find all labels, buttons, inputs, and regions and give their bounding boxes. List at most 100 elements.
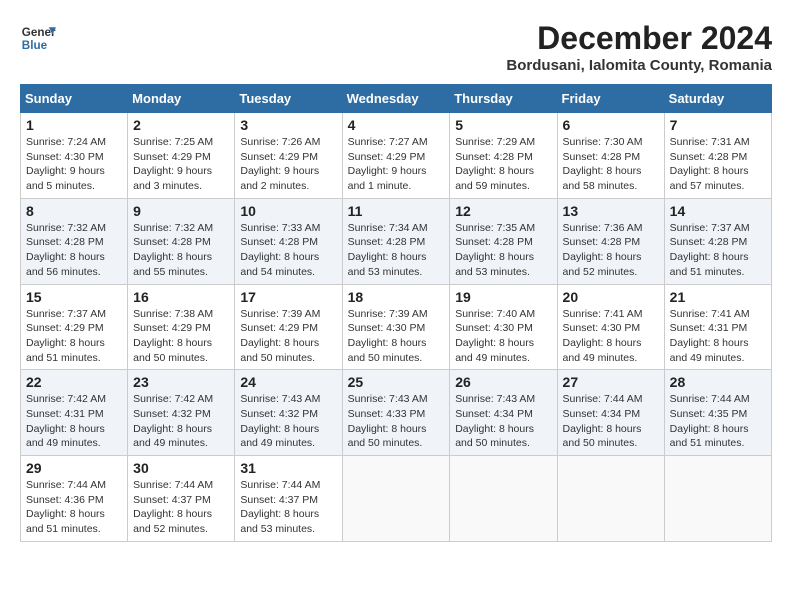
day-info: Sunrise: 7:29 AMSunset: 4:28 PMDaylight:… xyxy=(455,135,551,194)
calendar-cell: 23Sunrise: 7:42 AMSunset: 4:32 PMDayligh… xyxy=(128,370,235,456)
day-number: 25 xyxy=(348,374,445,390)
calendar-cell: 4 Sunrise: 7:27 AMSunset: 4:29 PMDaylight… xyxy=(342,113,450,199)
day-number: 26 xyxy=(455,374,551,390)
day-info: Sunrise: 7:44 AMSunset: 4:37 PMDaylight:… xyxy=(133,478,229,537)
day-number: 15 xyxy=(26,289,122,305)
day-number: 8 xyxy=(26,203,122,219)
day-info: Sunrise: 7:26 AMSunset: 4:29 PMDaylight:… xyxy=(240,135,336,194)
day-number: 18 xyxy=(348,289,445,305)
calendar-cell: 15 Sunrise: 7:37 AMSunset: 4:29 PMDayligh… xyxy=(21,284,128,370)
calendar-cell: 3 Sunrise: 7:26 AMSunset: 4:29 PMDaylight… xyxy=(235,113,342,199)
day-info: Sunrise: 7:31 AMSunset: 4:28 PMDaylight:… xyxy=(670,135,766,194)
day-number: 6 xyxy=(563,117,659,133)
day-info: Sunrise: 7:41 AMSunset: 4:31 PMDaylight:… xyxy=(670,307,766,366)
day-number: 2 xyxy=(133,117,229,133)
calendar-cell: 14 Sunrise: 7:37 AMSunset: 4:28 PMDayligh… xyxy=(664,198,771,284)
day-info: Sunrise: 7:37 AMSunset: 4:28 PMDaylight:… xyxy=(670,221,766,280)
calendar-cell: 29 Sunrise: 7:44 AMSunset: 4:36 PMDayligh… xyxy=(21,456,128,542)
calendar-cell xyxy=(450,456,557,542)
calendar-cell: 10Sunrise: 7:33 AMSunset: 4:28 PMDayligh… xyxy=(235,198,342,284)
column-header-tuesday: Tuesday xyxy=(235,85,342,113)
calendar-cell: 25 Sunrise: 7:43 AMSunset: 4:33 PMDayligh… xyxy=(342,370,450,456)
day-info: Sunrise: 7:37 AMSunset: 4:29 PMDaylight:… xyxy=(26,307,122,366)
day-number: 21 xyxy=(670,289,766,305)
day-info: Sunrise: 7:33 AMSunset: 4:28 PMDaylight:… xyxy=(240,221,336,280)
day-info: Sunrise: 7:44 AMSunset: 4:35 PMDaylight:… xyxy=(670,392,766,451)
calendar-cell: 21 Sunrise: 7:41 AMSunset: 4:31 PMDayligh… xyxy=(664,284,771,370)
column-header-saturday: Saturday xyxy=(664,85,771,113)
day-number: 4 xyxy=(348,117,445,133)
day-info: Sunrise: 7:44 AMSunset: 4:34 PMDaylight:… xyxy=(563,392,659,451)
calendar-cell: 19 Sunrise: 7:40 AMSunset: 4:30 PMDayligh… xyxy=(450,284,557,370)
column-header-wednesday: Wednesday xyxy=(342,85,450,113)
day-info: Sunrise: 7:42 AMSunset: 4:31 PMDaylight:… xyxy=(26,392,122,451)
day-number: 22 xyxy=(26,374,122,390)
calendar-week-row: 1Sunrise: 7:24 AMSunset: 4:30 PMDaylight… xyxy=(21,113,772,199)
calendar-cell: 2 Sunrise: 7:25 AMSunset: 4:29 PMDaylight… xyxy=(128,113,235,199)
calendar-cell: 5 Sunrise: 7:29 AMSunset: 4:28 PMDaylight… xyxy=(450,113,557,199)
logo-icon: General Blue xyxy=(20,20,56,56)
column-header-friday: Friday xyxy=(557,85,664,113)
day-number: 24 xyxy=(240,374,336,390)
day-number: 3 xyxy=(240,117,336,133)
day-number: 17 xyxy=(240,289,336,305)
day-info: Sunrise: 7:44 AMSunset: 4:36 PMDaylight:… xyxy=(26,478,122,537)
day-info: Sunrise: 7:39 AMSunset: 4:29 PMDaylight:… xyxy=(240,307,336,366)
logo: General Blue xyxy=(20,20,56,56)
calendar-cell: 30 Sunrise: 7:44 AMSunset: 4:37 PMDayligh… xyxy=(128,456,235,542)
day-number: 11 xyxy=(348,203,445,219)
day-number: 30 xyxy=(133,460,229,476)
calendar-week-row: 8 Sunrise: 7:32 AMSunset: 4:28 PMDaylight… xyxy=(21,198,772,284)
calendar-cell: 16 Sunrise: 7:38 AMSunset: 4:29 PMDayligh… xyxy=(128,284,235,370)
day-info: Sunrise: 7:39 AMSunset: 4:30 PMDaylight:… xyxy=(348,307,445,366)
calendar-cell xyxy=(342,456,450,542)
subtitle: Bordusani, Ialomita County, Romania xyxy=(506,57,772,74)
day-number: 16 xyxy=(133,289,229,305)
svg-text:Blue: Blue xyxy=(22,39,48,52)
day-info: Sunrise: 7:43 AMSunset: 4:33 PMDaylight:… xyxy=(348,392,445,451)
calendar-cell: 28 Sunrise: 7:44 AMSunset: 4:35 PMDayligh… xyxy=(664,370,771,456)
calendar-cell: 22 Sunrise: 7:42 AMSunset: 4:31 PMDayligh… xyxy=(21,370,128,456)
calendar-cell: 12 Sunrise: 7:35 AMSunset: 4:28 PMDayligh… xyxy=(450,198,557,284)
calendar-cell: 11 Sunrise: 7:34 AMSunset: 4:28 PMDayligh… xyxy=(342,198,450,284)
day-number: 20 xyxy=(563,289,659,305)
day-info: Sunrise: 7:40 AMSunset: 4:30 PMDaylight:… xyxy=(455,307,551,366)
day-number: 12 xyxy=(455,203,551,219)
day-info: Sunrise: 7:35 AMSunset: 4:28 PMDaylight:… xyxy=(455,221,551,280)
calendar-cell: 8Sunrise: 7:32 AMSunset: 4:28 PMDaylight… xyxy=(21,198,128,284)
day-number: 1 xyxy=(26,117,122,133)
day-number: 7 xyxy=(670,117,766,133)
day-info: Sunrise: 7:41 AMSunset: 4:30 PMDaylight:… xyxy=(563,307,659,366)
calendar-table: SundayMondayTuesdayWednesdayThursdayFrid… xyxy=(20,84,772,542)
day-number: 28 xyxy=(670,374,766,390)
calendar-cell: 6 Sunrise: 7:30 AMSunset: 4:28 PMDaylight… xyxy=(557,113,664,199)
day-info: Sunrise: 7:30 AMSunset: 4:28 PMDaylight:… xyxy=(563,135,659,194)
calendar-week-row: 15 Sunrise: 7:37 AMSunset: 4:29 PMDayligh… xyxy=(21,284,772,370)
day-info: Sunrise: 7:25 AMSunset: 4:29 PMDaylight:… xyxy=(133,135,229,194)
calendar-week-row: 29 Sunrise: 7:44 AMSunset: 4:36 PMDayligh… xyxy=(21,456,772,542)
day-number: 14 xyxy=(670,203,766,219)
calendar-cell: 13Sunrise: 7:36 AMSunset: 4:28 PMDayligh… xyxy=(557,198,664,284)
day-number: 19 xyxy=(455,289,551,305)
calendar-cell: 26Sunrise: 7:43 AMSunset: 4:34 PMDayligh… xyxy=(450,370,557,456)
column-header-sunday: Sunday xyxy=(21,85,128,113)
title-area: December 2024 Bordusani, Ialomita County… xyxy=(506,20,772,74)
calendar-cell: 18 Sunrise: 7:39 AMSunset: 4:30 PMDayligh… xyxy=(342,284,450,370)
day-info: Sunrise: 7:44 AMSunset: 4:37 PMDaylight:… xyxy=(240,478,336,537)
calendar-cell: 24Sunrise: 7:43 AMSunset: 4:32 PMDayligh… xyxy=(235,370,342,456)
day-number: 27 xyxy=(563,374,659,390)
day-number: 29 xyxy=(26,460,122,476)
calendar-cell: 20 Sunrise: 7:41 AMSunset: 4:30 PMDayligh… xyxy=(557,284,664,370)
day-info: Sunrise: 7:32 AMSunset: 4:28 PMDaylight:… xyxy=(133,221,229,280)
calendar-cell: 1Sunrise: 7:24 AMSunset: 4:30 PMDaylight… xyxy=(21,113,128,199)
day-number: 31 xyxy=(240,460,336,476)
day-info: Sunrise: 7:42 AMSunset: 4:32 PMDaylight:… xyxy=(133,392,229,451)
column-header-monday: Monday xyxy=(128,85,235,113)
day-info: Sunrise: 7:27 AMSunset: 4:29 PMDaylight:… xyxy=(348,135,445,194)
day-info: Sunrise: 7:38 AMSunset: 4:29 PMDaylight:… xyxy=(133,307,229,366)
calendar-cell: 27 Sunrise: 7:44 AMSunset: 4:34 PMDayligh… xyxy=(557,370,664,456)
day-number: 5 xyxy=(455,117,551,133)
calendar-cell: 31 Sunrise: 7:44 AMSunset: 4:37 PMDayligh… xyxy=(235,456,342,542)
calendar-cell: 7 Sunrise: 7:31 AMSunset: 4:28 PMDaylight… xyxy=(664,113,771,199)
day-info: Sunrise: 7:34 AMSunset: 4:28 PMDaylight:… xyxy=(348,221,445,280)
